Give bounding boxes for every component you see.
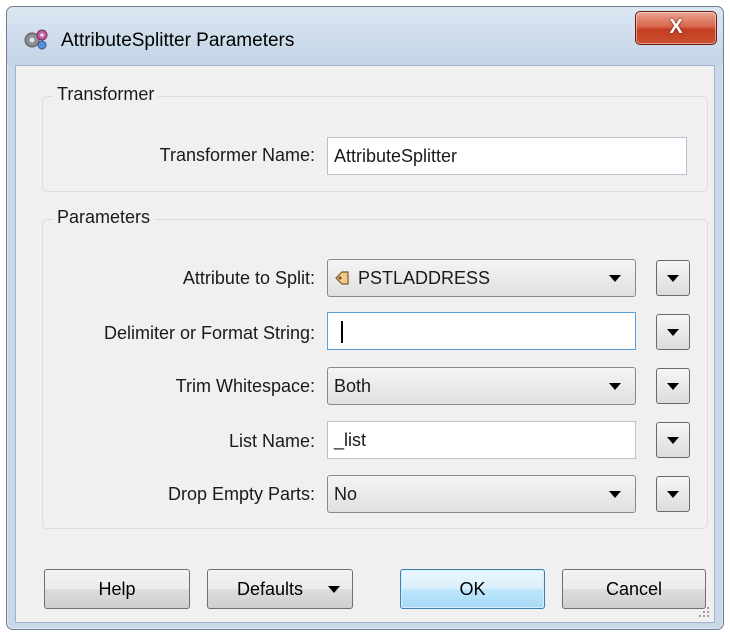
close-button[interactable]: X — [635, 11, 717, 45]
gears-icon — [24, 29, 48, 50]
attribute-to-split-value: PSTLADDRESS — [358, 268, 491, 288]
drop-empty-parts-menu-button[interactable] — [656, 476, 690, 512]
ok-button[interactable]: OK — [400, 569, 545, 609]
trim-whitespace-value: Both — [334, 376, 372, 396]
list-name-input[interactable]: _list — [327, 421, 636, 459]
close-icon: X — [669, 16, 683, 38]
trim-whitespace-label: Trim Whitespace: — [175, 376, 315, 396]
drop-empty-parts-value: No — [334, 484, 358, 504]
list-name-menu-button[interactable] — [656, 422, 690, 458]
triangle-down-icon — [667, 383, 679, 390]
dialog-body: Transformer Transformer Name: AttributeS… — [15, 65, 715, 623]
defaults-button[interactable]: Defaults — [207, 569, 353, 609]
drop-empty-parts-dropdown[interactable]: No — [327, 475, 636, 513]
attribute-tag-icon — [335, 271, 349, 285]
chevron-down-icon — [609, 275, 621, 282]
cancel-button[interactable]: Cancel — [562, 569, 706, 609]
triangle-down-icon — [328, 586, 340, 593]
defaults-button-label: Defaults — [236, 579, 304, 599]
drop-empty-parts-label: Drop Empty Parts: — [167, 484, 315, 504]
chevron-down-icon — [609, 383, 621, 390]
transformer-name-input[interactable]: AttributeSplitter — [327, 137, 687, 175]
text-caret — [341, 321, 343, 343]
transformer-group-legend: Transformer — [53, 84, 159, 105]
delimiter-menu-button[interactable] — [656, 314, 690, 350]
triangle-down-icon — [667, 275, 679, 282]
triangle-down-icon — [667, 491, 679, 498]
attribute-to-split-dropdown[interactable]: PSTLADDRESS — [327, 259, 636, 297]
resize-grip-icon[interactable] — [696, 604, 710, 618]
transformer-name-label: Transformer Name: — [159, 145, 315, 165]
dialog-title: AttributeSplitter Parameters — [61, 30, 295, 51]
trim-whitespace-dropdown[interactable]: Both — [327, 367, 636, 405]
title-bar[interactable]: AttributeSplitter Parameters X — [7, 7, 723, 65]
trim-whitespace-menu-button[interactable] — [656, 368, 690, 404]
triangle-down-icon — [667, 329, 679, 336]
chevron-down-icon — [609, 491, 621, 498]
dialog-window: AttributeSplitter Parameters X Transform… — [6, 6, 724, 630]
attribute-to-split-menu-button[interactable] — [656, 260, 690, 296]
attribute-to-split-label: Attribute to Split: — [182, 268, 315, 288]
list-name-label: List Name: — [228, 431, 315, 451]
delimiter-input[interactable] — [327, 312, 636, 350]
help-button[interactable]: Help — [44, 569, 190, 609]
delimiter-label: Delimiter or Format String: — [103, 323, 315, 343]
parameters-group-legend: Parameters — [53, 207, 155, 228]
triangle-down-icon — [667, 437, 679, 444]
